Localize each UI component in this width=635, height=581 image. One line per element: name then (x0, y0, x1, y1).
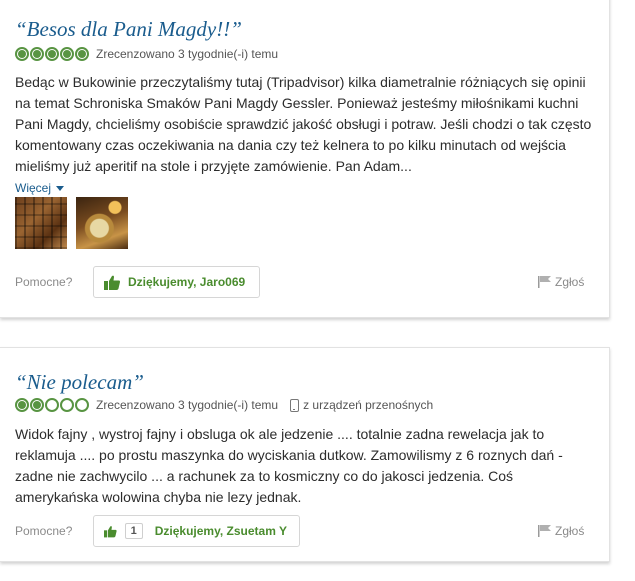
mobile-badge: z urządzeń przenośnych (290, 398, 433, 412)
review-card: “Nie polecam” Zrecenzowano 3 tygodnie(-i… (0, 347, 610, 562)
flag-icon (538, 525, 551, 537)
thanks-label: Dziękujemy, Zsuetam Y (154, 524, 287, 538)
rating-bubble-icon (15, 398, 29, 412)
rating-bubble-icon (15, 47, 29, 61)
review-title[interactable]: “Besos dla Pani Magdy!!” (15, 17, 242, 42)
chevron-down-icon (56, 185, 65, 191)
review-card: “Besos dla Pani Magdy!!” Zrecenzowano 3 … (0, 0, 610, 318)
thumbs-up-icon (104, 525, 117, 537)
report-label: Zgłoś (555, 275, 585, 289)
rating-row: Zrecenzowano 3 tygodnie(-i) temu (15, 47, 278, 61)
review-date: Zrecenzowano 3 tygodnie(-i) temu (96, 47, 279, 61)
helpful-label: Pomocne? (15, 275, 73, 289)
report-link[interactable]: Zgłoś (538, 275, 584, 289)
mobile-label: z urządzeń przenośnych (303, 398, 434, 412)
thanks-button[interactable]: 1 Dziękujemy, Zsuetam Y (93, 515, 300, 547)
flag-icon (538, 276, 551, 288)
review-date: Zrecenzowano 3 tygodnie(-i) temu (96, 398, 279, 412)
rating-bubble-icon (75, 398, 89, 412)
thanks-button[interactable]: Dziękujemy, Jaro069 (93, 266, 260, 298)
rating-bubble-icon (30, 398, 44, 412)
rating-bubble-icon (45, 47, 59, 61)
thanks-label: Dziękujemy, Jaro069 (128, 275, 246, 289)
more-label: Więcej (15, 181, 52, 195)
rating-bubble-icon (45, 398, 59, 412)
more-link[interactable]: Więcej (15, 181, 65, 195)
helpful-label: Pomocne? (15, 524, 73, 538)
thanks-count: 1 (124, 523, 143, 539)
review-photo[interactable] (15, 197, 67, 249)
rating-bubble-icon (60, 47, 74, 61)
thumbs-up-icon (104, 275, 120, 290)
rating-row: Zrecenzowano 3 tygodnie(-i) temu z urząd… (15, 398, 433, 412)
bubble-rating (15, 398, 90, 412)
review-text: Widok fajny , wystroj fajny i obsluga ok… (15, 426, 563, 505)
report-link[interactable]: Zgłoś (538, 524, 584, 538)
mobile-phone-icon (290, 398, 300, 412)
review-text: Bedąc w Bukowinie przeczytaliśmy tutaj (… (15, 74, 592, 174)
rating-bubble-icon (30, 47, 44, 61)
review-title[interactable]: “Nie polecam” (15, 370, 144, 395)
bubble-rating (15, 47, 90, 61)
rating-bubble-icon (75, 47, 89, 61)
rating-bubble-icon (60, 398, 74, 412)
report-label: Zgłoś (555, 524, 585, 538)
review-photo[interactable] (76, 197, 128, 249)
